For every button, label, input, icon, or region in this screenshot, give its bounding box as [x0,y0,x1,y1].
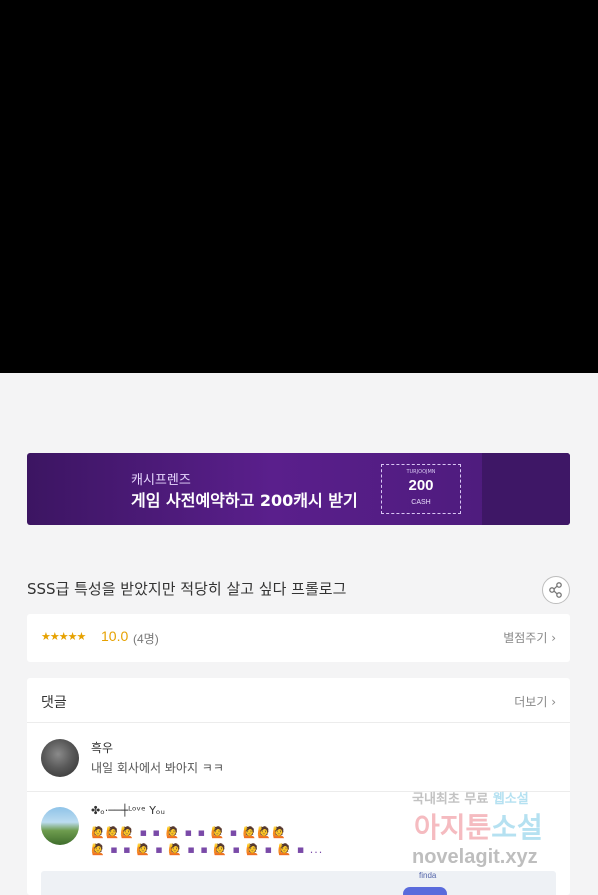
ad-button[interactable] [403,887,447,895]
comment-author: 흑우 [91,741,114,755]
avatar[interactable] [41,807,79,845]
share-button[interactable] [542,576,570,604]
share-icon [549,582,562,598]
comment-text: 내일 회사에서 봐아지 ㅋㅋ [91,761,224,775]
avatar[interactable] [41,739,79,777]
episode-title: SSS급 특성을 받았지만 적당히 살고 싶다 프롤로그 [27,580,347,598]
rate-button[interactable]: 별점주기 › [503,629,556,646]
comments-label: 댓글 [41,695,67,711]
ticket-amount: 200 [408,477,434,494]
ticket-caption: TURJOOJMN [406,469,436,475]
banner-title: 게임 사전예약하고 200캐시 받기 [131,491,358,510]
ticket-unit: CASH [411,499,431,506]
rating-count: (4명) [133,632,159,646]
rating-score: 10.0 [101,628,129,644]
banner-side-panel [482,453,570,525]
promo-banner[interactable]: 캐시프렌즈 게임 사전예약하고 200캐시 받기 TURJOOJMN 200 C… [27,453,570,525]
comment-author: ✤ₒ·──┼ᴸᵒᵛᵉ Yₒᵤ [91,804,165,817]
comment-text-line1: 🙋🙋🙋 ▪ ▪ 🙋 ▪ ▪ 🙋 ▪ 🙋🙋🙋 [91,826,287,839]
watermark-line1: 국내최초 무료 웹소설 [412,792,529,807]
comment-item: 흑우 내일 회사에서 봐아지 ㅋㅋ [27,724,570,792]
cash-ticket: TURJOOJMN 200 CASH [381,464,461,514]
watermark-url: novelagit.xyz [412,846,538,868]
rating-stars-icon: ★★★★★ [41,630,86,643]
viewer-image-area [0,0,598,373]
comment-text-line2: 🙋 ▪ ▪ 🙋 ▪ 🙋 ▪ ▪ 🙋 ▪ 🙋 ▪ 🙋 ▪ ... [91,843,324,856]
comments-header: 댓글 더보기 › [27,678,570,723]
comments-more-button[interactable]: 더보기 › [514,693,556,710]
watermark-line2: 아지툰소설 [414,811,543,844]
banner-brand: 캐시프렌즈 [131,473,191,488]
watermark: 국내최초 무료 웹소설 아지툰소설 novelagit.xyz [404,786,584,886]
rating-card: ★★★★★ 10.0 (4명) 별점주기 › [27,614,570,662]
